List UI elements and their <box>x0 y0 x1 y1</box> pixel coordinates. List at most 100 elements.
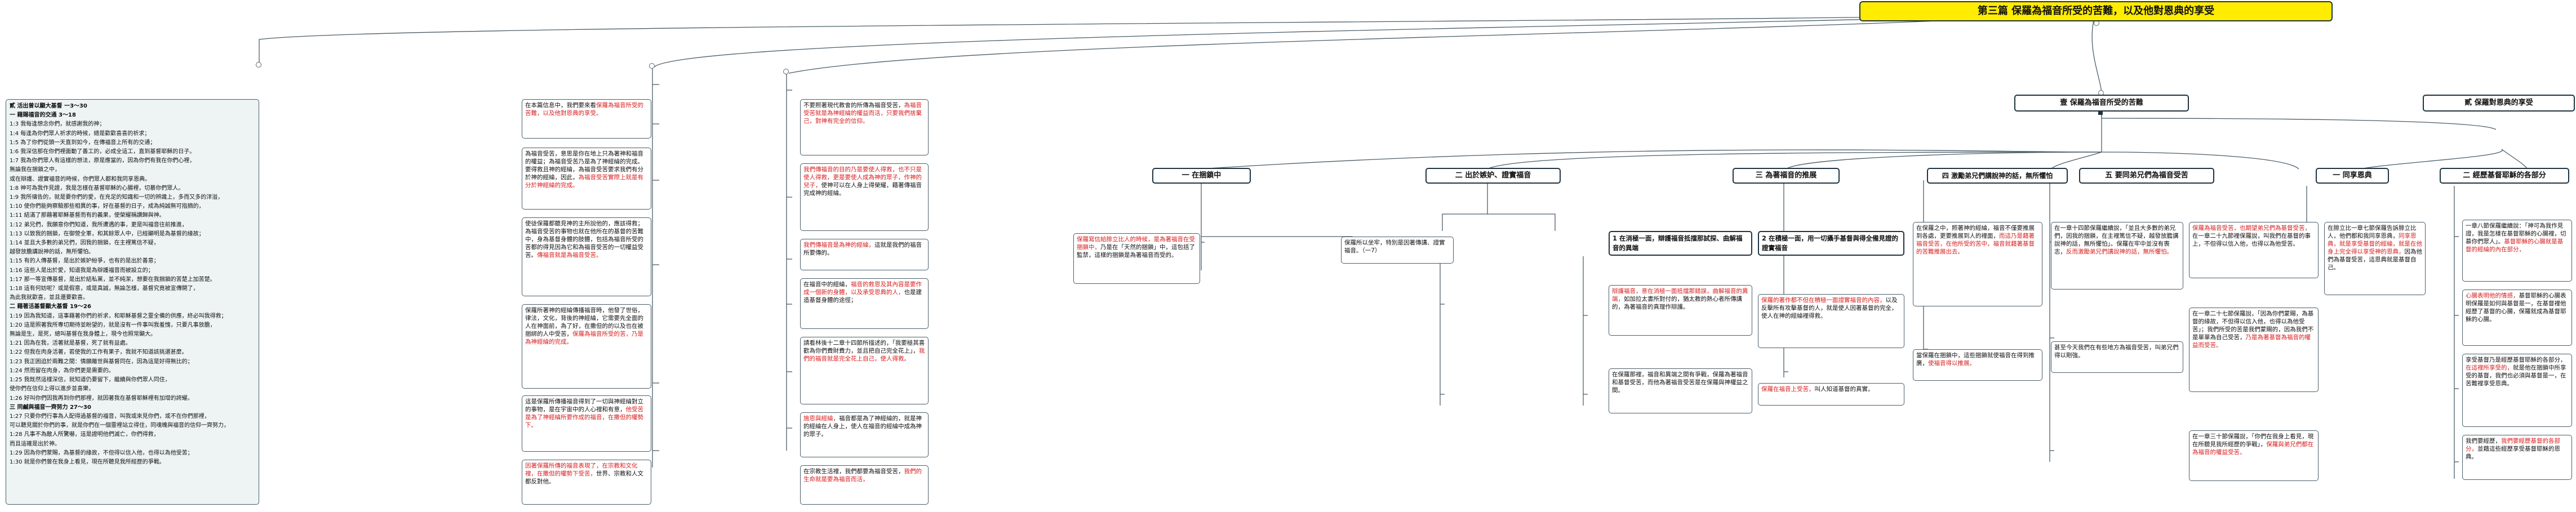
col1-note-6[interactable]: 因著保羅所傳的福音表現了，在宗教和文化裡，在撒但的權勢下受苦，世界、宗教和人文都… <box>522 460 651 505</box>
a5-note-1-red: 保羅為福音受苦，也期望弟兄們為基督受苦， <box>2192 225 2311 231</box>
outline-line: 1:22 但我在肉身活著，若使我的工作有果子，我就不知道該挑選甚麼。 <box>10 349 188 356</box>
left-outline-box: 貳 活出曾以顯大基督 一3～30 一 藉賜福音的交通 3～18 1:3 我每逢想念你… <box>6 99 259 505</box>
a2-sub-1[interactable]: 1 在消極一面，辯護福音抵擋那試探、曲解福音的異端 <box>1609 231 1752 256</box>
outline-line: 1:27 只要你們行事為人配得過基督的福音，叫我或來見你們，或不在你們那裡， <box>10 413 210 420</box>
branch-a-header[interactable]: 壹 保羅為福音所受的苦難 <box>2014 95 2189 112</box>
a4-note-1-red: 反而激勵弟兄們講說神的話，無所懼怕。 <box>2066 248 2173 255</box>
col2-note-3-red: 我們傳福音是為神的經綸， <box>803 242 874 248</box>
outline-line: 1:14 並且大多數的弟兄們，因我的捆鎖，在主裡篤信不疑， <box>10 240 159 247</box>
a2-note-3[interactable]: 保羅的著作都不但在積極一面證實福音的內容，以及反擊所有攻擊基督的人，就是使人因著… <box>1758 294 1904 348</box>
col1-note-2[interactable]: 為福音受苦，意思是你在地上只為著神和福音的權益；為福音受苦乃是為了神經綸的完成。… <box>522 148 651 210</box>
outline-line: 1:4 每逢為你們眾人祈求的時候，總是歡歡喜喜的祈求； <box>10 130 150 137</box>
a2-note-2-text: 在保羅那裡，福音和異端之間有爭戰，保羅為著福音和基督受苦，而他為著福音受苦是在保… <box>1612 371 1748 394</box>
outline-line: 1:13 以致我的捆鎖，在御營全軍，和其餘眾人中，已經顯明是為基督的緣故； <box>10 230 205 237</box>
outline-line: 1:8 神可為我作見證，我是怎樣在基督耶穌的心腸裡，切慕你們眾人。 <box>10 185 184 192</box>
b1-note-1[interactable]: 在腓立比一章七節保羅告訴腓立比人，他們都和我同享恩典，同享恩典，就是享受基督的經… <box>2324 222 2426 295</box>
col1-knot[interactable] <box>649 63 655 69</box>
col2-note-1[interactable]: 不要照著現代教會的所傳為福音受苦，為福音受苦就是為神經綸的權益而活，只要我們捨棄… <box>800 99 929 155</box>
a2-note-4-text: 叫人知道基督的真實。 <box>1814 386 1874 393</box>
outline-line: 1:9 我所禱告的，就是要你們的愛，在充足的知識和一切的辨識上，多而又多的洋溢， <box>10 194 224 201</box>
outline-line: 無論是生，是死，總叫基督在我身體上，現今也照常顯大。 <box>10 331 156 338</box>
outline-line: 1:18 這有何妨呢？或是假意，或是真誠，無論怎樣，基督究竟被宣傳開了， <box>10 286 199 292</box>
outline-line: 無論我在捆鎖之中， <box>10 167 60 173</box>
outline-line: 1:21 因為在我，活著就是基督，死了就有益處。 <box>10 340 131 347</box>
a3-note-1[interactable]: 在保羅之中，照著神的經綸，福音不僅要推展到各處，更要推展到人的裡面，而這乃是藉著… <box>1913 222 2042 306</box>
outline-line: 為此我就歡喜，並且還要歡喜。 <box>10 295 88 301</box>
b2-note-3-text: 享受基督乃是經歷基督耶穌的各部分， <box>2466 357 2566 363</box>
col2-note-3[interactable]: 我們傳福音是為神的經綸，這就是我們的福音所要傳的。 <box>800 239 929 270</box>
a3-note-2-red: 使福音得以推展。 <box>1928 360 1975 367</box>
a5-header[interactable]: 五 要同弟兄們為福音受苦 <box>2079 168 2214 184</box>
col2-note-7[interactable]: 在宗教生活裡，我們都要為福音受苦，我們的生命就是要為福音而活， <box>800 465 929 505</box>
b2-note-4-text: 我們要經歷， <box>2466 438 2501 444</box>
col1-note-4[interactable]: 保羅所著神的經綸傳播福音時，他發了世俗，律法，文化，背後的神經綸，它需要先全面的… <box>522 304 651 389</box>
outline-line: 1:15 有的人傳基督，是出於嫉妒紛爭，也有的是出於善意； <box>10 258 159 265</box>
a2-note-4[interactable]: 保羅在福音上受苦，叫人知道基督的真實。 <box>1758 383 1904 406</box>
outline-line: 1:7 我為你們眾人有這樣的想法，原是應當的，因為你們有我在你們心裡， <box>10 158 196 164</box>
b2-note-3[interactable]: 享受基督乃是經歷基督耶穌的各部分，在這裡所享受的，就是他在捆鎖中所享受的基督，我… <box>2462 354 2572 427</box>
a5-note-3[interactable]: 在一章三十節保羅說，「你們在我身上看見，現在所聽見我所經歷的爭戰」，保羅與弟兄們… <box>2189 430 2319 481</box>
a1-note-2-text: 保羅所以坐牢，特別是因著傳講、證實福音。（一7） <box>1344 239 1445 254</box>
b2-note-2-red: 心腸表明他的情感， <box>2466 292 2519 299</box>
outline-line: 1:3 我每逢想念你們，就感謝我的神； <box>10 121 105 128</box>
b2-note-4-text2: 並藉這些經歷享受基督耶穌的恩典。 <box>2466 446 2560 460</box>
a5-note-1[interactable]: 保羅為福音受苦，也期望弟兄們為基督受苦， 在一章二十九節裡保羅說，叫我們在基督的事… <box>2189 222 2319 278</box>
outline-line: 越發放膽講說神的話，無所懼怕。 <box>10 249 94 256</box>
a2-header[interactable]: 二 出於嫉妒、證實福音 <box>1425 168 1561 184</box>
branch-b-header[interactable]: 貳 保羅對恩典的享受 <box>2423 95 2575 112</box>
outline-line: 貳 活出曾以顯大基督 一3～30 <box>10 103 87 109</box>
outline-line: 1:20 這是照著我所專切期待並盼望的，就是沒有一件事叫我羞愧，只要凡事放膽， <box>10 322 216 328</box>
a3-note-2[interactable]: 當保羅在捆鎖中，這些捆鎖就使福音在得到推廣，使福音得以推展。 <box>1913 349 2042 381</box>
outline-line: 1:29 因為你們蒙賜，為基督的緣故，不但得以信入他，也得以為他受苦； <box>10 449 193 456</box>
outline-line: 1:19 因為我知道，這事藉著你們的祈求，和耶穌基督之靈全備的供應，終必叫我得救… <box>10 313 227 319</box>
root-title[interactable]: 第三篇 保羅為福音所受的苦難，以及他對恩典的享受 <box>1859 1 2333 21</box>
a2-note-3-red: 保羅的著作都不但在積極一面證實福音的內容， <box>1761 297 1886 304</box>
outline-line: 1:5 為了你們從頭一天直到如今，在傳福音上所有的交通； <box>10 139 156 146</box>
outline-line: 1:30 就是你們曾在我身上看見，現在所聽見我所經歷的爭戰。 <box>10 458 165 465</box>
outline-line: 1:10 使你們能夠察驗那些相異的事，好在基督的日子，成為純誠無可指摘的， <box>10 203 205 210</box>
col2-note-6-red: 施恩與經綸， <box>803 415 839 422</box>
a2-note-1[interactable]: 辯護福音，意在消極一面抵擋那錯誤，曲解福音的異端，如加拉太書所對付的，猶太教的熱… <box>1609 285 1752 336</box>
a4-note-1[interactable]: 在一章十四節保羅繼續說，「並且大多數的弟兄們，因我的捆鎖，在主裡篤信不疑，越發放… <box>2051 222 2183 290</box>
col2-note-6[interactable]: 施恩與經綸，福音都是為了神經綸的，就是神的經綸在人身上，使人在福音的經綸中成為神… <box>800 412 929 457</box>
col1-note-3[interactable]: 使徒保羅都聽見神的主所說他的，應該得救；為福音受苦的事物也就在他所在的基督的苦難… <box>522 217 651 296</box>
outline-line: 1:11 結滿了那藉著耶穌基督而有的義果，使榮耀稱讚歸與神。 <box>10 212 165 219</box>
outline-line: 1:24 然而留在肉身，為你們更是需要的。 <box>10 367 114 374</box>
col1-note-5[interactable]: 這是保羅所傳播福音得到了一切與神經綸對立的事物，是在宇宙中的人心裡和有意，他受苦… <box>522 395 651 452</box>
a1-note-2[interactable]: 保羅所以坐牢，特別是因著傳講、證實福音。（一7） <box>1341 237 1454 264</box>
outline-line: 1:23 我正困迫於兩難之間：情願離世與基督同在，因為這是好得無比的； <box>10 358 193 365</box>
col2-knot[interactable] <box>783 69 789 74</box>
col1-note-1[interactable]: 在本篇信息中，我們要來看保羅為福音所受的苦難，以及他對恩典的享受。 <box>522 99 651 139</box>
col2-note-2-text: 使神可以在人身上得榮耀，藉著傳福音完成神的經綸。 <box>803 182 922 197</box>
a4-note-2[interactable]: 甚至今天我們在有些地方為福音受苦，叫弟兄們得以剛強。 <box>2051 341 2183 373</box>
b2-note-2[interactable]: 心腸表明他的情感，基督耶穌的心腸表明保羅是如何與基督是一，在基督裡他經歷了基督的… <box>2462 290 2572 346</box>
col1-note-1-text: 在本篇信息中，我們要來看 <box>525 102 596 109</box>
col2-note-4[interactable]: 在福音中的經綸，福音的救恩及其內容是要作成一個新的身體，以及承受恩典的人，也是建… <box>800 278 929 329</box>
b2-header[interactable]: 二 經歷基督耶穌的各部分 <box>2440 168 2569 184</box>
b2-note-4[interactable]: 我們要經歷，我們要經歷基督的各部分，並藉這些經歷享受基督耶穌的恩典。 <box>2462 435 2572 480</box>
outline-line: 使你們在信仰上得以進步並喜樂， <box>10 386 94 393</box>
outline-knot[interactable] <box>256 62 261 68</box>
a4-header[interactable]: 四 激勵弟兄們講說神的話，無所懼怕 <box>1927 168 2068 184</box>
col2-note-2[interactable]: 我們傳福音的目的乃是要使人得救，也不只是使人得救，更是要使人成為神的眾子，作神的… <box>800 163 929 231</box>
a1-header[interactable]: 一 在捆鎖中 <box>1152 168 1251 184</box>
b2-note-3-red: 在這裡所享受的， <box>2466 364 2513 371</box>
a2-sub-2[interactable]: 2 在積極一面，用一切攝手基督與得全備見證的證實福音 <box>1758 231 1904 256</box>
a5-note-2[interactable]: 在一章二十七節保羅說，「因為你們蒙賜，為基督的緣故，不但得以信入他，也得以為他受… <box>2189 308 2319 392</box>
outline-line: 1:6 我深信那在你們裡面動了善工的，必成全這工，直到基督耶穌的日子。 <box>10 149 196 155</box>
b2-note-1[interactable]: 一章八節保羅繼續說：「神可為我作見證，我是怎樣在基督耶穌的心腸裡，切慕你們眾人」… <box>2462 220 2572 282</box>
outline-line: 可以聽見關於你們的事，就是你們在一個靈裡站立得住，同魂魄與福音的信仰一齊努力， <box>10 422 229 429</box>
a3-header[interactable]: 三 為著福音的推展 <box>1733 168 1840 184</box>
a2-note-4-red: 保羅在福音上受苦， <box>1761 386 1815 393</box>
col2-note-5[interactable]: 請看林後十二章十四節所描述的，「我要極其喜歡為你們費財費力，並且把自己完全花上」… <box>800 337 929 404</box>
outline-line: 1:26 好叫你們因我再到你們那裡，就因著我在基督耶穌裡有加增的誇耀。 <box>10 395 193 402</box>
outline-line: 1:17 那一等宣傳基督，是出於結私黨，並不純潔，想要在我捆鎖的苦楚上加苦楚。 <box>10 276 216 283</box>
col2-note-7-text: 在宗教生活裡，我們都要為福音受苦， <box>803 468 904 475</box>
outline-line: 或在辯護、證實福音的時候，你們眾人都和我同享恩典。 <box>10 176 150 182</box>
a1-note-1[interactable]: 保羅寫信給腓立比人的時候，是為著福音在受捆鎖中，乃是在「天然的捆鎖」中，這包括了… <box>1073 233 1200 284</box>
a2-note-2[interactable]: 在保羅那裡，福音和異端之間有爭戰，保羅為著福音和基督受苦，而他為著福音受苦是在保… <box>1609 368 1752 413</box>
a2-note-1-text: 如加拉太書所對付的，猶太教的熱心者所傳講的，為著福音的真理作辯護。 <box>1612 296 1742 310</box>
outline-line: 1:25 我既然這樣深信，就知道仍要留下，繼續與你們眾人同住， <box>10 377 171 384</box>
b1-header[interactable]: 一 同享恩典 <box>2316 168 2389 184</box>
a5-note-1-text: 在一章二十九節裡保羅說，叫我們在基督的事上，不但得以信入他，也得以為他受苦。 <box>2192 233 2311 247</box>
